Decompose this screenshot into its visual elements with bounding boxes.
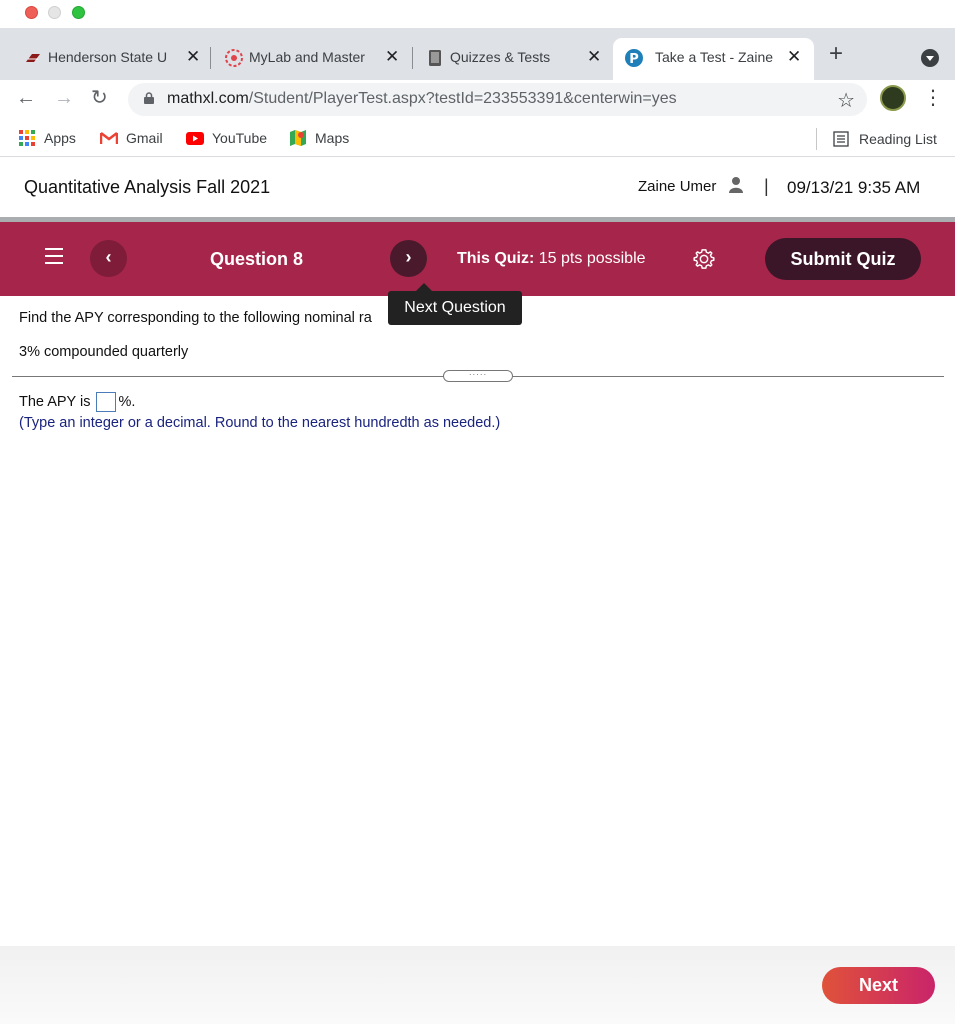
close-tab-icon[interactable]: ✕: [186, 47, 200, 67]
mylab-logo-icon: [225, 49, 243, 67]
question-number: Question 8: [210, 249, 304, 269]
tab-search-icon[interactable]: [921, 49, 939, 67]
reload-icon[interactable]: ↻: [91, 86, 108, 110]
reading-list-icon: [833, 131, 849, 147]
tablet-icon: [426, 49, 444, 67]
quiz-navigation-bar: ‹ Question 8 › This Quiz: 15 pts possibl…: [0, 222, 955, 296]
apy-answer-input[interactable]: [96, 392, 117, 412]
maximize-window-button[interactable]: [72, 6, 85, 19]
tab-title: Take a Test - Zaine: [655, 49, 774, 65]
maps-icon: [289, 130, 307, 146]
next-question-button[interactable]: ›: [390, 240, 427, 277]
quiz-points: 15 pts possible: [538, 250, 646, 267]
quiz-label: This Quiz:: [457, 250, 535, 267]
submit-quiz-button[interactable]: Submit Quiz: [765, 238, 921, 280]
next-button[interactable]: Next: [822, 967, 935, 1004]
tab-title: MyLab and Master: [249, 49, 365, 65]
bookmark-label: Gmail: [126, 130, 163, 146]
close-tab-icon[interactable]: ✕: [587, 47, 601, 67]
answer-line: The APY is %.: [19, 392, 135, 412]
footer-bar: Next: [0, 946, 955, 1024]
bookmark-label: YouTube: [212, 130, 268, 146]
henderson-logo-icon: [24, 49, 42, 67]
course-title: Quantitative Analysis Fall 2021: [24, 177, 271, 197]
bookmark-label: Maps: [315, 130, 350, 146]
pearson-logo-icon: P: [625, 49, 643, 67]
minimize-window-button[interactable]: [48, 6, 61, 19]
answer-prefix: The APY is: [19, 394, 91, 410]
bookmark-label: Apps: [44, 130, 76, 146]
answer-hint: (Type an integer or a decimal. Round to …: [19, 415, 501, 431]
tab-strip: Henderson State U ✕ MyLab and Master ✕ Q…: [0, 28, 955, 80]
tab-quizzes[interactable]: Quizzes & Tests ✕: [420, 38, 612, 80]
bookmark-maps[interactable]: Maps: [289, 130, 349, 146]
tab-title: Quizzes & Tests: [450, 49, 551, 65]
close-tab-icon[interactable]: ✕: [385, 47, 399, 67]
bookmarks-bar: Apps Gmail YouTube Maps Reading List: [0, 120, 955, 157]
url-text: mathxl.com/Student/PlayerTest.aspx?testI…: [167, 90, 677, 108]
tab-mylab[interactable]: MyLab and Master ✕: [219, 38, 413, 80]
browser-toolbar: ← → ↻ mathxl.com/Student/PlayerTest.aspx…: [0, 80, 955, 120]
bookmark-gmail[interactable]: Gmail: [100, 130, 163, 146]
settings-gear-icon[interactable]: [693, 248, 715, 270]
previous-question-button[interactable]: ‹: [90, 240, 127, 277]
bookmark-youtube[interactable]: YouTube: [186, 130, 267, 146]
tab-separator: [412, 47, 413, 69]
tab-henderson[interactable]: Henderson State U ✕: [18, 38, 211, 80]
header-separator: |: [764, 176, 769, 196]
tab-take-a-test[interactable]: P Take a Test - Zaine ✕: [613, 38, 814, 80]
svg-text:P: P: [629, 52, 639, 67]
reading-list-label: Reading List: [859, 131, 937, 147]
browser-menu-icon[interactable]: ⋮: [923, 86, 943, 110]
pane-resize-handle[interactable]: ·····: [443, 370, 513, 382]
quiz-points-info: This Quiz: 15 pts possible: [457, 250, 646, 268]
close-window-button[interactable]: [25, 6, 38, 19]
profile-avatar[interactable]: [880, 85, 906, 111]
bookmark-star-icon[interactable]: ☆: [837, 88, 855, 113]
url-host: mathxl.com: [167, 90, 249, 107]
gmail-icon: [100, 130, 118, 146]
youtube-icon: [186, 130, 204, 146]
close-tab-icon[interactable]: ✕: [787, 47, 801, 67]
question-given: 3% compounded quarterly: [19, 344, 189, 360]
reading-list-button[interactable]: Reading List: [816, 128, 937, 150]
user-name: Zaine Umer: [638, 178, 717, 195]
new-tab-button[interactable]: +: [829, 42, 843, 66]
address-bar[interactable]: mathxl.com/Student/PlayerTest.aspx?testI…: [128, 83, 867, 116]
forward-arrow-icon[interactable]: →: [54, 86, 74, 110]
apps-grid-icon: [18, 130, 36, 146]
question-prompt: Find the APY corresponding to the follow…: [19, 310, 372, 326]
back-arrow-icon[interactable]: ←: [16, 86, 36, 110]
next-question-tooltip: Next Question: [388, 283, 522, 325]
bookmark-apps[interactable]: Apps: [18, 130, 76, 146]
lock-icon: [144, 92, 154, 104]
menu-hamburger-icon[interactable]: [45, 248, 63, 269]
tab-title: Henderson State U: [48, 49, 168, 65]
date-time: 09/13/21 9:35 AM: [787, 178, 921, 197]
tab-separator: [210, 47, 211, 69]
answer-suffix: %.: [118, 394, 136, 410]
window-titlebar: [0, 0, 955, 28]
user-icon: [729, 177, 743, 193]
url-path: /Student/PlayerTest.aspx?testId=23355339…: [248, 90, 677, 107]
